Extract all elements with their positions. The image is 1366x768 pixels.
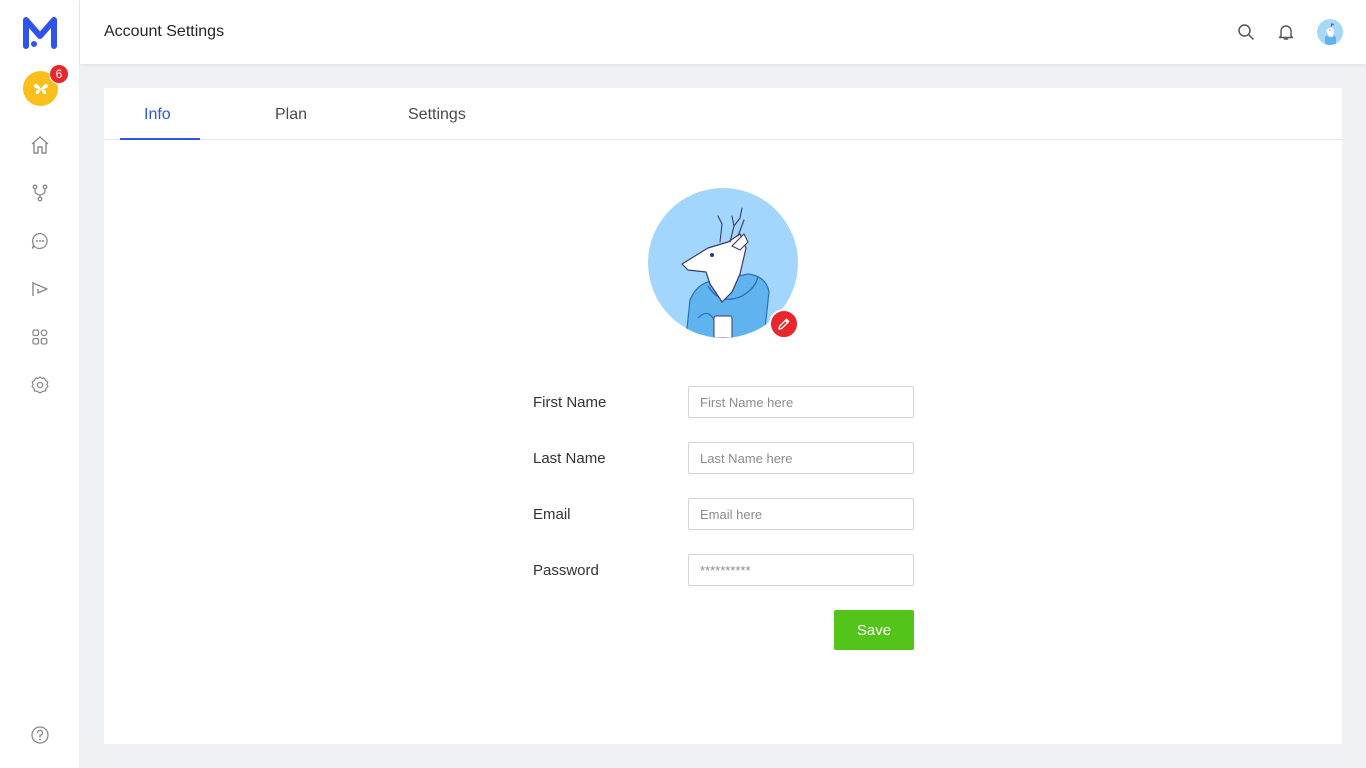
help-icon[interactable] [28,723,52,747]
tab-plan[interactable]: Plan [275,106,307,124]
email-label: Email [533,506,571,523]
email-input[interactable] [688,498,914,530]
edit-avatar-button[interactable] [769,309,799,339]
top-header: Account Settings [80,0,1366,64]
password-label: Password [533,562,599,579]
home-icon[interactable] [28,133,52,157]
settings-icon[interactable] [28,373,52,397]
logo-icon[interactable] [20,12,60,52]
apps-icon[interactable] [28,325,52,349]
first-name-input[interactable] [688,386,914,418]
notification-count-badge: 6 [49,64,69,84]
branch-icon[interactable] [28,181,52,205]
last-name-input[interactable] [688,442,914,474]
active-tab-indicator [120,138,200,140]
last-name-label: Last Name [533,450,606,467]
user-avatar[interactable] [1317,19,1343,45]
campaign-icon[interactable] [28,277,52,301]
bell-icon[interactable] [1275,21,1297,43]
tab-settings[interactable]: Settings [408,106,466,124]
search-icon[interactable] [1235,21,1257,43]
page-title: Account Settings [104,23,225,40]
chat-icon[interactable] [28,229,52,253]
account-settings-card: Info Plan Settings First Name First Name… [104,88,1342,744]
butterfly-icon [33,83,48,94]
first-name-label: First Name [533,394,607,411]
save-button[interactable]: Save [834,610,914,650]
tab-info[interactable]: Info [144,106,171,124]
pencil-icon [778,318,790,330]
tab-bar: Info Plan Settings [104,88,1342,140]
password-input[interactable] [688,554,914,586]
sidebar: 6 [0,0,80,768]
